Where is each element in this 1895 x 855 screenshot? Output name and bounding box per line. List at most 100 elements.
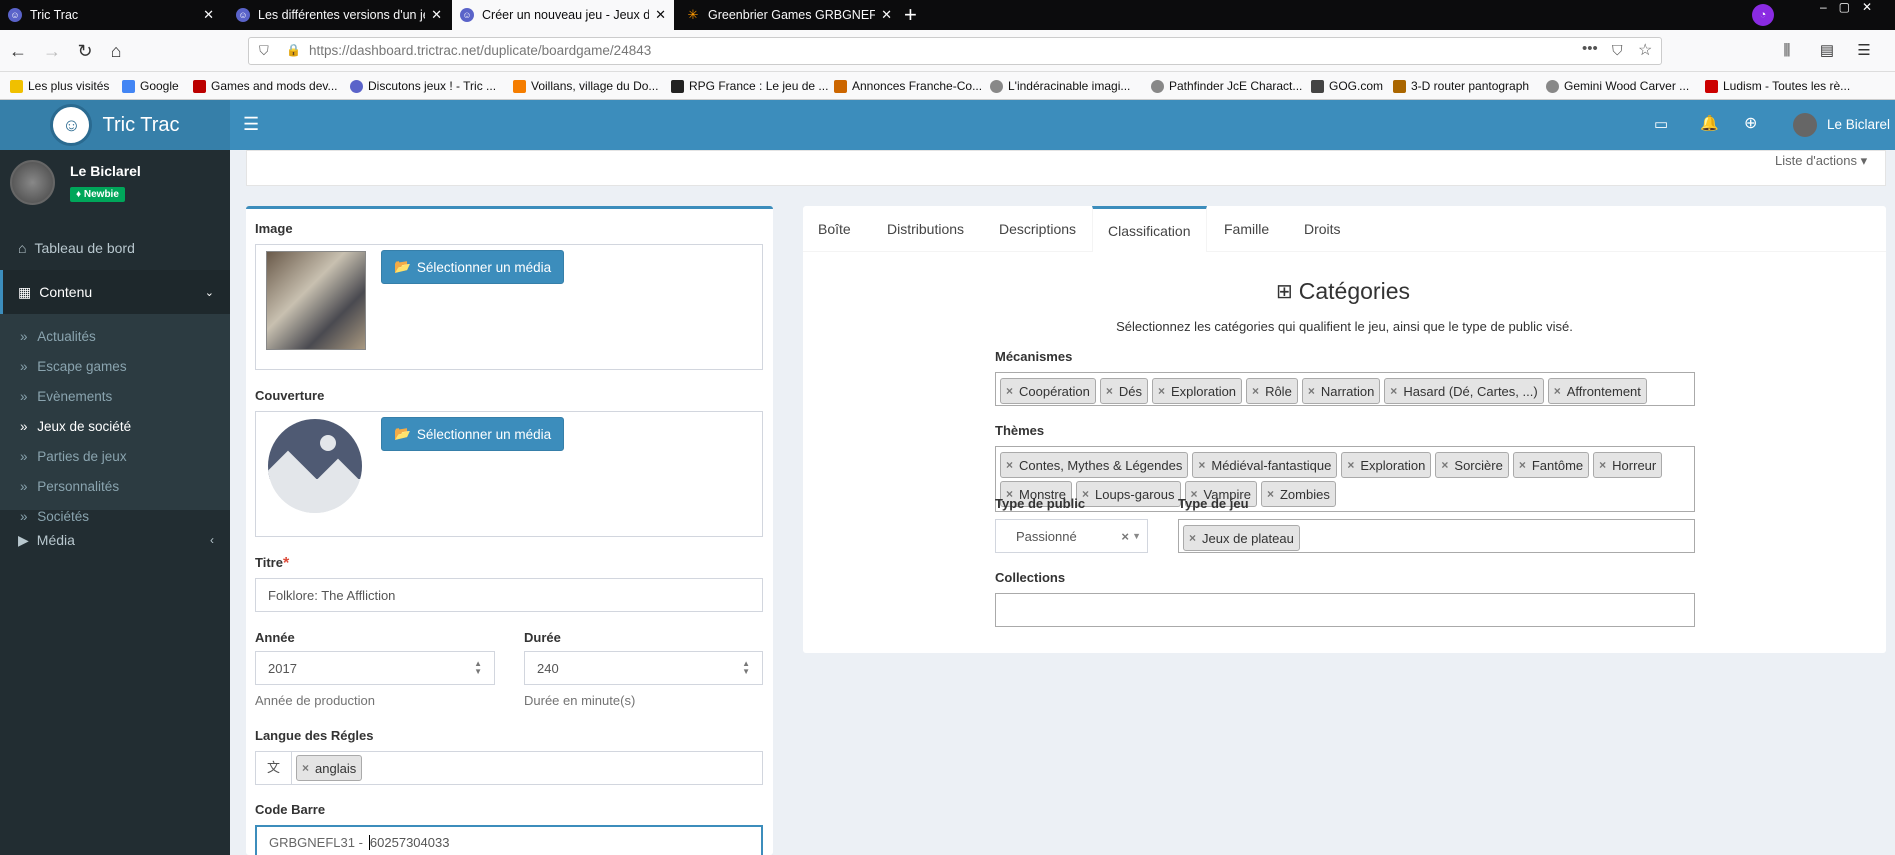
mechanism-chip[interactable]: × Narration [1301,378,1381,404]
bookmark-item[interactable]: Pathfinder JcE Charact... [1151,79,1302,93]
theme-chip[interactable]: × Fantôme [1512,452,1590,478]
mechanism-chip[interactable]: × Coopération [1000,378,1096,404]
close-tab-icon[interactable]: ✕ [431,7,442,23]
theme-chip[interactable]: × Sorcière [1435,452,1509,478]
number-spinner-icon[interactable]: ▲ ▼ [742,660,750,676]
bookmark-item[interactable]: Les plus visités [10,79,109,93]
rules-language-input[interactable]: 文 × anglais [255,751,763,785]
close-tab-icon[interactable]: ✕ [203,7,214,23]
remove-chip-icon[interactable]: × [1198,458,1205,472]
sidebar-item-game-sessions[interactable]: » Parties de jeux [20,449,127,464]
hamburger-menu-icon[interactable]: ☰ [243,114,259,135]
remove-chip-icon[interactable]: × [1158,384,1165,398]
public-type-select[interactable]: Passionné × ▼ [995,519,1148,553]
remove-chip-icon[interactable]: × [1519,458,1526,472]
sidebar-item-events[interactable]: » Evènements [20,389,112,404]
bookmark-item[interactable]: Google [122,79,179,93]
remove-chip-icon[interactable]: × [1006,384,1013,398]
browser-tab[interactable]: ✳ Greenbrier Games GRBGNEFL31 ✕ [678,0,900,30]
game-type-select[interactable]: × Jeux de plateau [1178,519,1695,553]
home-icon[interactable]: ⌂ [104,39,128,63]
add-icon[interactable]: ⊕ [1744,113,1757,133]
browser-tab-active[interactable]: ☺ Créer un nouveau jeu - Jeux de ✕ [452,0,674,30]
remove-chip-icon[interactable]: × [1308,384,1315,398]
bookmark-item[interactable]: RPG France : Le jeu de ... [671,79,828,93]
theme-chip[interactable]: × Zombies [1260,481,1336,507]
bookmark-star-icon[interactable]: ☆ [1638,40,1652,60]
sidebar-item-content[interactable]: ▦ Contenu ⌄ [0,270,230,314]
new-tab-icon[interactable]: + [904,3,917,27]
pocket-icon[interactable]: ⛉ [1612,42,1623,59]
select-cover-media-button[interactable]: 📂 Sélectionner un média [381,417,565,451]
mechanism-chip[interactable]: × Dés [1099,378,1148,404]
title-input[interactable]: Folklore: The Affliction [255,578,763,612]
number-spinner-icon[interactable]: ▲ ▼ [474,660,482,676]
sidebar-item-news[interactable]: » Actualités [20,329,96,344]
mechanism-chip[interactable]: × Rôle [1246,378,1298,404]
sidebar-item-boardgames[interactable]: » Jeux de société [20,419,131,434]
language-chip[interactable]: × anglais [296,755,363,781]
remove-chip-icon[interactable]: × [1189,531,1196,545]
app-logo[interactable]: ☺ Tric Trac [0,100,230,150]
tab-box[interactable]: Boîte [803,206,866,252]
avatar[interactable] [1793,113,1817,137]
window-controls-icon[interactable]: –▢✕ [1820,0,1884,14]
sidebar-item-media[interactable]: ▶ Média ‹ [0,518,230,562]
collections-select[interactable] [995,593,1695,627]
bookmark-item[interactable]: Gemini Wood Carver ... [1546,79,1689,93]
remove-chip-icon[interactable]: × [1599,458,1606,472]
remove-chip-icon[interactable]: × [1441,458,1448,472]
remove-chip-icon[interactable]: × [1267,487,1274,501]
remove-chip-icon[interactable]: × [1252,384,1259,398]
tab-classification[interactable]: Classification [1092,206,1207,252]
close-tab-icon[interactable]: ✕ [655,7,666,23]
monitor-icon[interactable]: ▭ [1654,115,1668,133]
bookmark-item[interactable]: Games and mods dev... [193,79,338,93]
theme-chip[interactable]: × Horreur [1593,452,1663,478]
forward-arrow-icon[interactable]: → [40,39,64,63]
mechanisms-select[interactable]: × Coopération × Dés × Exploration × Rôle × Na… [995,372,1695,406]
bookmark-item[interactable]: L'indéracinable imagi... [990,79,1130,93]
bookmark-item[interactable]: 3-D router pantograph [1393,79,1529,93]
bell-icon[interactable]: 🔔 [1700,114,1719,132]
themes-select[interactable]: × Contes, Mythes & Légendes × Médiéval-fan… [995,446,1695,512]
remove-chip-icon[interactable]: × [1106,384,1113,398]
actions-dropdown[interactable]: Liste d'actions ▾ [1775,153,1867,169]
bookmark-item[interactable]: Voillans, village du Do... [513,79,658,93]
theme-chip[interactable]: × Contes, Mythes & Légendes [1000,452,1189,478]
game-type-chip[interactable]: × Jeux de plateau [1183,525,1300,551]
tab-family[interactable]: Famille [1209,206,1284,252]
select-image-media-button[interactable]: 📂 Sélectionner un média [381,250,565,284]
sidebar-item-personalities[interactable]: » Personnalités [20,479,119,494]
barcode-input[interactable]: GRBGNEFL31 -60257304033 [255,825,763,855]
year-input[interactable]: 2017 ▲ ▼ [255,651,495,685]
theme-chip[interactable]: × Exploration [1341,452,1432,478]
remove-chip-icon[interactable]: × [1347,458,1354,472]
theme-chip[interactable]: × Médiéval-fantastique [1192,452,1338,478]
mechanism-chip[interactable]: × Affrontement [1547,378,1647,404]
browser-tab[interactable]: ☺ Les différentes versions d'un je ✕ [228,0,450,30]
library-icon[interactable]: ⫼ [1775,39,1799,63]
reload-icon[interactable]: ↻ [73,39,97,63]
bookmark-item[interactable]: GOG.com [1311,79,1383,93]
duration-input[interactable]: 240 ▲ ▼ [524,651,763,685]
mechanism-chip[interactable]: × Exploration [1151,378,1243,404]
page-actions-icon[interactable]: ••• [1582,40,1598,57]
bookmark-item[interactable]: Discutons jeux ! - Tric ... [350,79,496,93]
remove-chip-icon[interactable]: × [1006,458,1013,472]
back-arrow-icon[interactable]: ← [6,39,30,63]
remove-chip-icon[interactable]: × [302,761,309,775]
close-tab-icon[interactable]: ✕ [881,7,892,23]
remove-chip-icon[interactable]: × [1554,384,1561,398]
mechanism-chip[interactable]: × Hasard (Dé, Cartes, ...) [1384,378,1544,404]
browser-tab[interactable]: ☺ Tric Trac ✕ [0,0,222,30]
bookmark-item[interactable]: Ludism - Toutes les rè... [1705,79,1850,93]
theme-chip[interactable]: × Loups-garous [1075,481,1181,507]
header-user-name[interactable]: Le Biclarel [1827,117,1890,132]
sidebar-item-escape-games[interactable]: » Escape games [20,359,127,374]
tab-descriptions[interactable]: Descriptions [984,206,1091,252]
sidebar-toggle-icon[interactable]: ▤ [1815,39,1839,63]
menu-icon[interactable]: ☰ [1852,39,1876,63]
tab-rights[interactable]: Droits [1289,206,1356,252]
tab-distributions[interactable]: Distributions [872,206,979,252]
